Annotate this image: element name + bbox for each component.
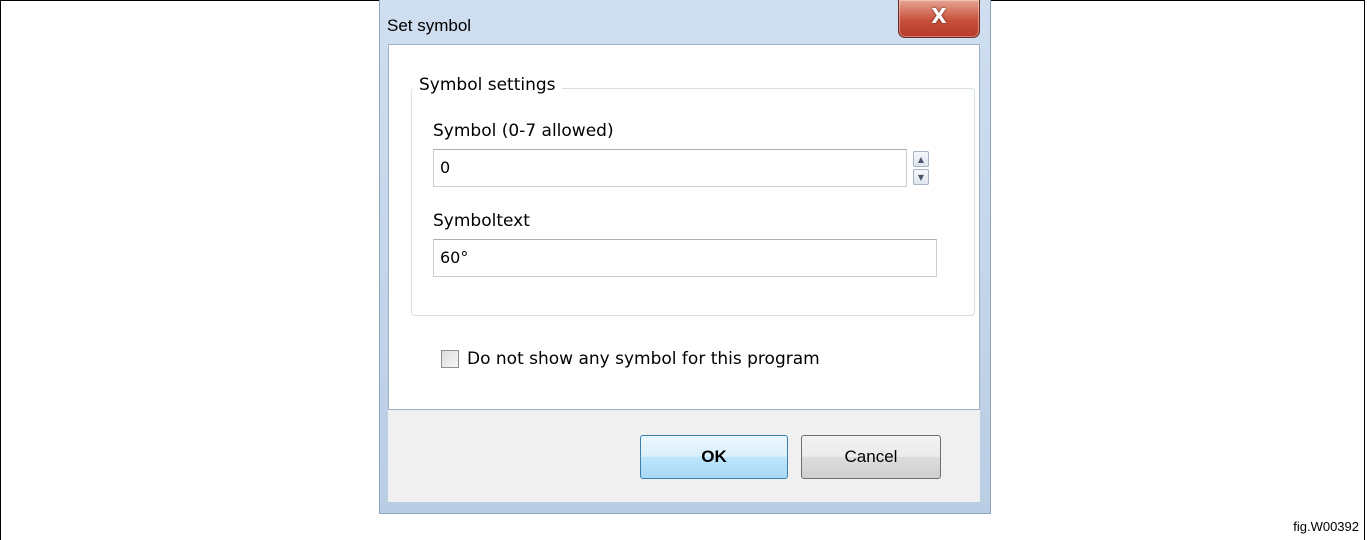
close-button[interactable]: X [898,0,980,38]
dialog-content: Symbol settings Symbol (0-7 allowed) 0 ▲… [388,44,980,410]
figure-label: fig.W00392 [1293,519,1359,534]
symbol-label: Symbol (0-7 allowed) [433,121,614,141]
no-symbol-option[interactable]: Do not show any symbol for this program [441,349,820,369]
symboltext-label: Symboltext [433,211,530,231]
chevron-up-icon: ▲ [917,154,925,164]
ok-button[interactable]: OK [640,435,788,479]
chevron-down-icon: ▼ [917,172,925,182]
spin-down-button[interactable]: ▼ [913,169,929,185]
no-symbol-checkbox-label[interactable]: Do not show any symbol for this program [467,349,820,369]
symbol-spinner: ▲ ▼ [913,151,929,185]
close-icon: X [931,3,947,28]
set-symbol-dialog: Set symbol X Symbol settings Symbol (0-7… [379,0,991,514]
symboltext-input[interactable]: 60° [433,239,937,277]
group-title: Symbol settings [413,75,562,95]
spin-up-button[interactable]: ▲ [913,151,929,167]
dialog-title: Set symbol [387,16,472,35]
cancel-button[interactable]: Cancel [801,435,941,479]
dialog-footer: OK Cancel [388,410,980,502]
symbol-input[interactable]: 0 [433,149,907,187]
no-symbol-checkbox[interactable] [441,350,459,368]
